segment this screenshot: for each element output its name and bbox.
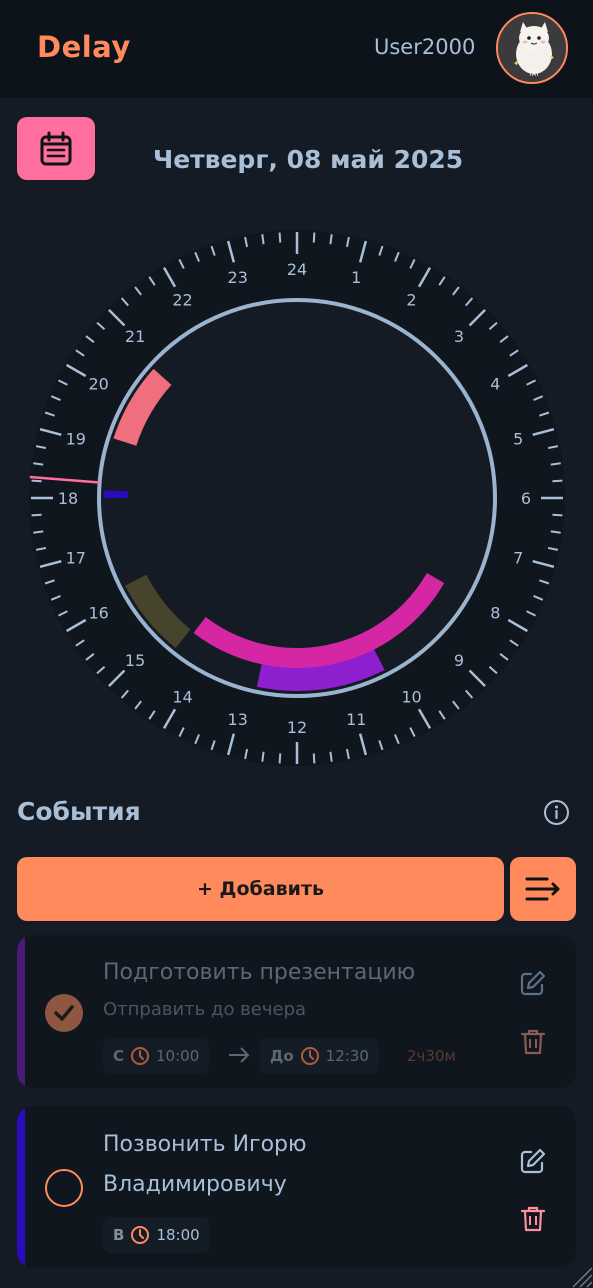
svg-text:TAY: TAY xyxy=(528,71,540,78)
username[interactable]: User2000 xyxy=(374,35,475,59)
duration-chip: 2ч30м xyxy=(397,1038,466,1074)
edit-icon[interactable] xyxy=(519,1147,547,1175)
clock-hour-label: 20 xyxy=(89,375,109,394)
clock-minor-tick xyxy=(31,513,42,517)
clock-hour-label: 11 xyxy=(346,710,366,729)
clock-hour-label: 18 xyxy=(58,489,78,508)
clock-hour-label: 10 xyxy=(401,687,421,706)
event-title-line2: Владимировичу xyxy=(103,1172,287,1197)
end-time: 12:30 xyxy=(325,1047,369,1065)
clock-minor-tick xyxy=(329,234,333,245)
clock-minor-tick xyxy=(329,751,333,762)
avatar[interactable]: ✦ ✦ TAY xyxy=(496,12,568,84)
checkmark-icon xyxy=(54,1005,74,1021)
clock-minor-tick xyxy=(261,234,265,245)
trash-icon[interactable] xyxy=(519,1205,547,1233)
clock-hour-label: 9 xyxy=(454,651,464,670)
clock-hour-label: 4 xyxy=(490,375,500,394)
current-date[interactable]: Четверг, 08 май 2025 xyxy=(153,145,463,174)
event-description: Отправить до вечера xyxy=(103,999,307,1020)
clock-minor-tick xyxy=(552,513,563,517)
start-time-chip: С 10:00 xyxy=(103,1038,210,1074)
arrow-right-icon xyxy=(229,1047,250,1063)
clock-minor-tick xyxy=(550,462,561,466)
at-label: В xyxy=(113,1226,125,1244)
svg-text:✦: ✦ xyxy=(549,54,555,62)
clock-minor-tick xyxy=(552,479,563,483)
edit-icon[interactable] xyxy=(519,969,547,997)
clock-hour-label: 19 xyxy=(66,430,86,449)
clock-hour-label: 23 xyxy=(228,268,248,287)
event-title-line1: Позвонить Игорю xyxy=(103,1132,307,1157)
clock-minor-tick xyxy=(550,530,561,534)
clock-hour-label: 8 xyxy=(490,604,500,623)
clock-hour-label: 15 xyxy=(125,651,145,670)
svg-text:✦: ✦ xyxy=(513,59,520,68)
calendar-icon xyxy=(40,131,72,165)
event-card[interactable]: Подготовить презентацию Отправить до веч… xyxy=(17,935,576,1088)
clock-minor-tick xyxy=(312,232,316,243)
clock-minor-tick xyxy=(278,753,282,764)
clock-hour-label: 12 xyxy=(287,718,307,737)
clock-minor-tick xyxy=(33,462,44,466)
end-time-chip: До 12:30 xyxy=(260,1038,379,1074)
clock-hour-label: 22 xyxy=(172,291,192,310)
event-color-stripe xyxy=(17,1106,25,1268)
info-icon[interactable] xyxy=(543,799,570,826)
app-logo[interactable]: Delay xyxy=(37,30,131,64)
clock-minor-tick xyxy=(33,530,44,534)
clock-hour-label: 24 xyxy=(287,260,307,279)
start-label: С xyxy=(113,1047,125,1065)
add-event-button[interactable]: + Добавить xyxy=(17,857,504,921)
clock-hour-label: 3 xyxy=(454,327,464,346)
clock-icon xyxy=(131,1226,150,1244)
clock-hour-label: 21 xyxy=(125,327,145,346)
day-clock[interactable]: 24 1234567891011121314151617181920212223 xyxy=(27,228,567,768)
clock-minor-tick xyxy=(261,751,265,762)
clock-hour-label: 13 xyxy=(228,710,248,729)
calendar-button[interactable] xyxy=(17,117,95,180)
event-color-stripe xyxy=(17,935,25,1088)
clock-hour-label: 2 xyxy=(406,291,416,310)
event-title: Подготовить презентацию xyxy=(103,960,416,985)
event-card[interactable]: Позвонить Игорю Владимировичу В 18:00 xyxy=(17,1106,576,1268)
completed-checkbox[interactable] xyxy=(45,1169,83,1207)
events-title: События xyxy=(17,797,141,826)
at-time-chip: В 18:00 xyxy=(103,1217,210,1253)
clock-hour-label: 17 xyxy=(66,548,86,567)
clock-hour-label: 14 xyxy=(172,687,192,706)
clock-minor-tick xyxy=(278,232,282,243)
clock-minor-tick xyxy=(31,479,42,483)
top-bar: Delay User2000 ✦ ✦ TAY xyxy=(0,0,593,98)
at-time: 18:00 xyxy=(156,1226,200,1244)
clock-hour-label: 16 xyxy=(89,604,109,623)
sort-arrow-icon xyxy=(525,877,560,901)
trash-icon[interactable] xyxy=(519,1028,547,1056)
avatar-image: ✦ ✦ TAY xyxy=(498,14,566,82)
sort-button[interactable] xyxy=(510,857,576,921)
clock-inner-ring xyxy=(97,298,497,698)
clock-hour-label: 7 xyxy=(513,548,523,567)
clock-icon xyxy=(300,1047,319,1065)
clock-icon xyxy=(131,1047,150,1065)
clock-minor-tick xyxy=(312,753,316,764)
end-label: До xyxy=(270,1047,294,1065)
clock-hour-label: 6 xyxy=(521,489,531,508)
start-time: 10:00 xyxy=(156,1047,200,1065)
resize-handle-icon[interactable] xyxy=(569,1264,593,1288)
completed-checkbox[interactable] xyxy=(45,994,83,1032)
clock-hour-label: 5 xyxy=(513,430,523,449)
clock-hour-label: 1 xyxy=(351,268,361,287)
